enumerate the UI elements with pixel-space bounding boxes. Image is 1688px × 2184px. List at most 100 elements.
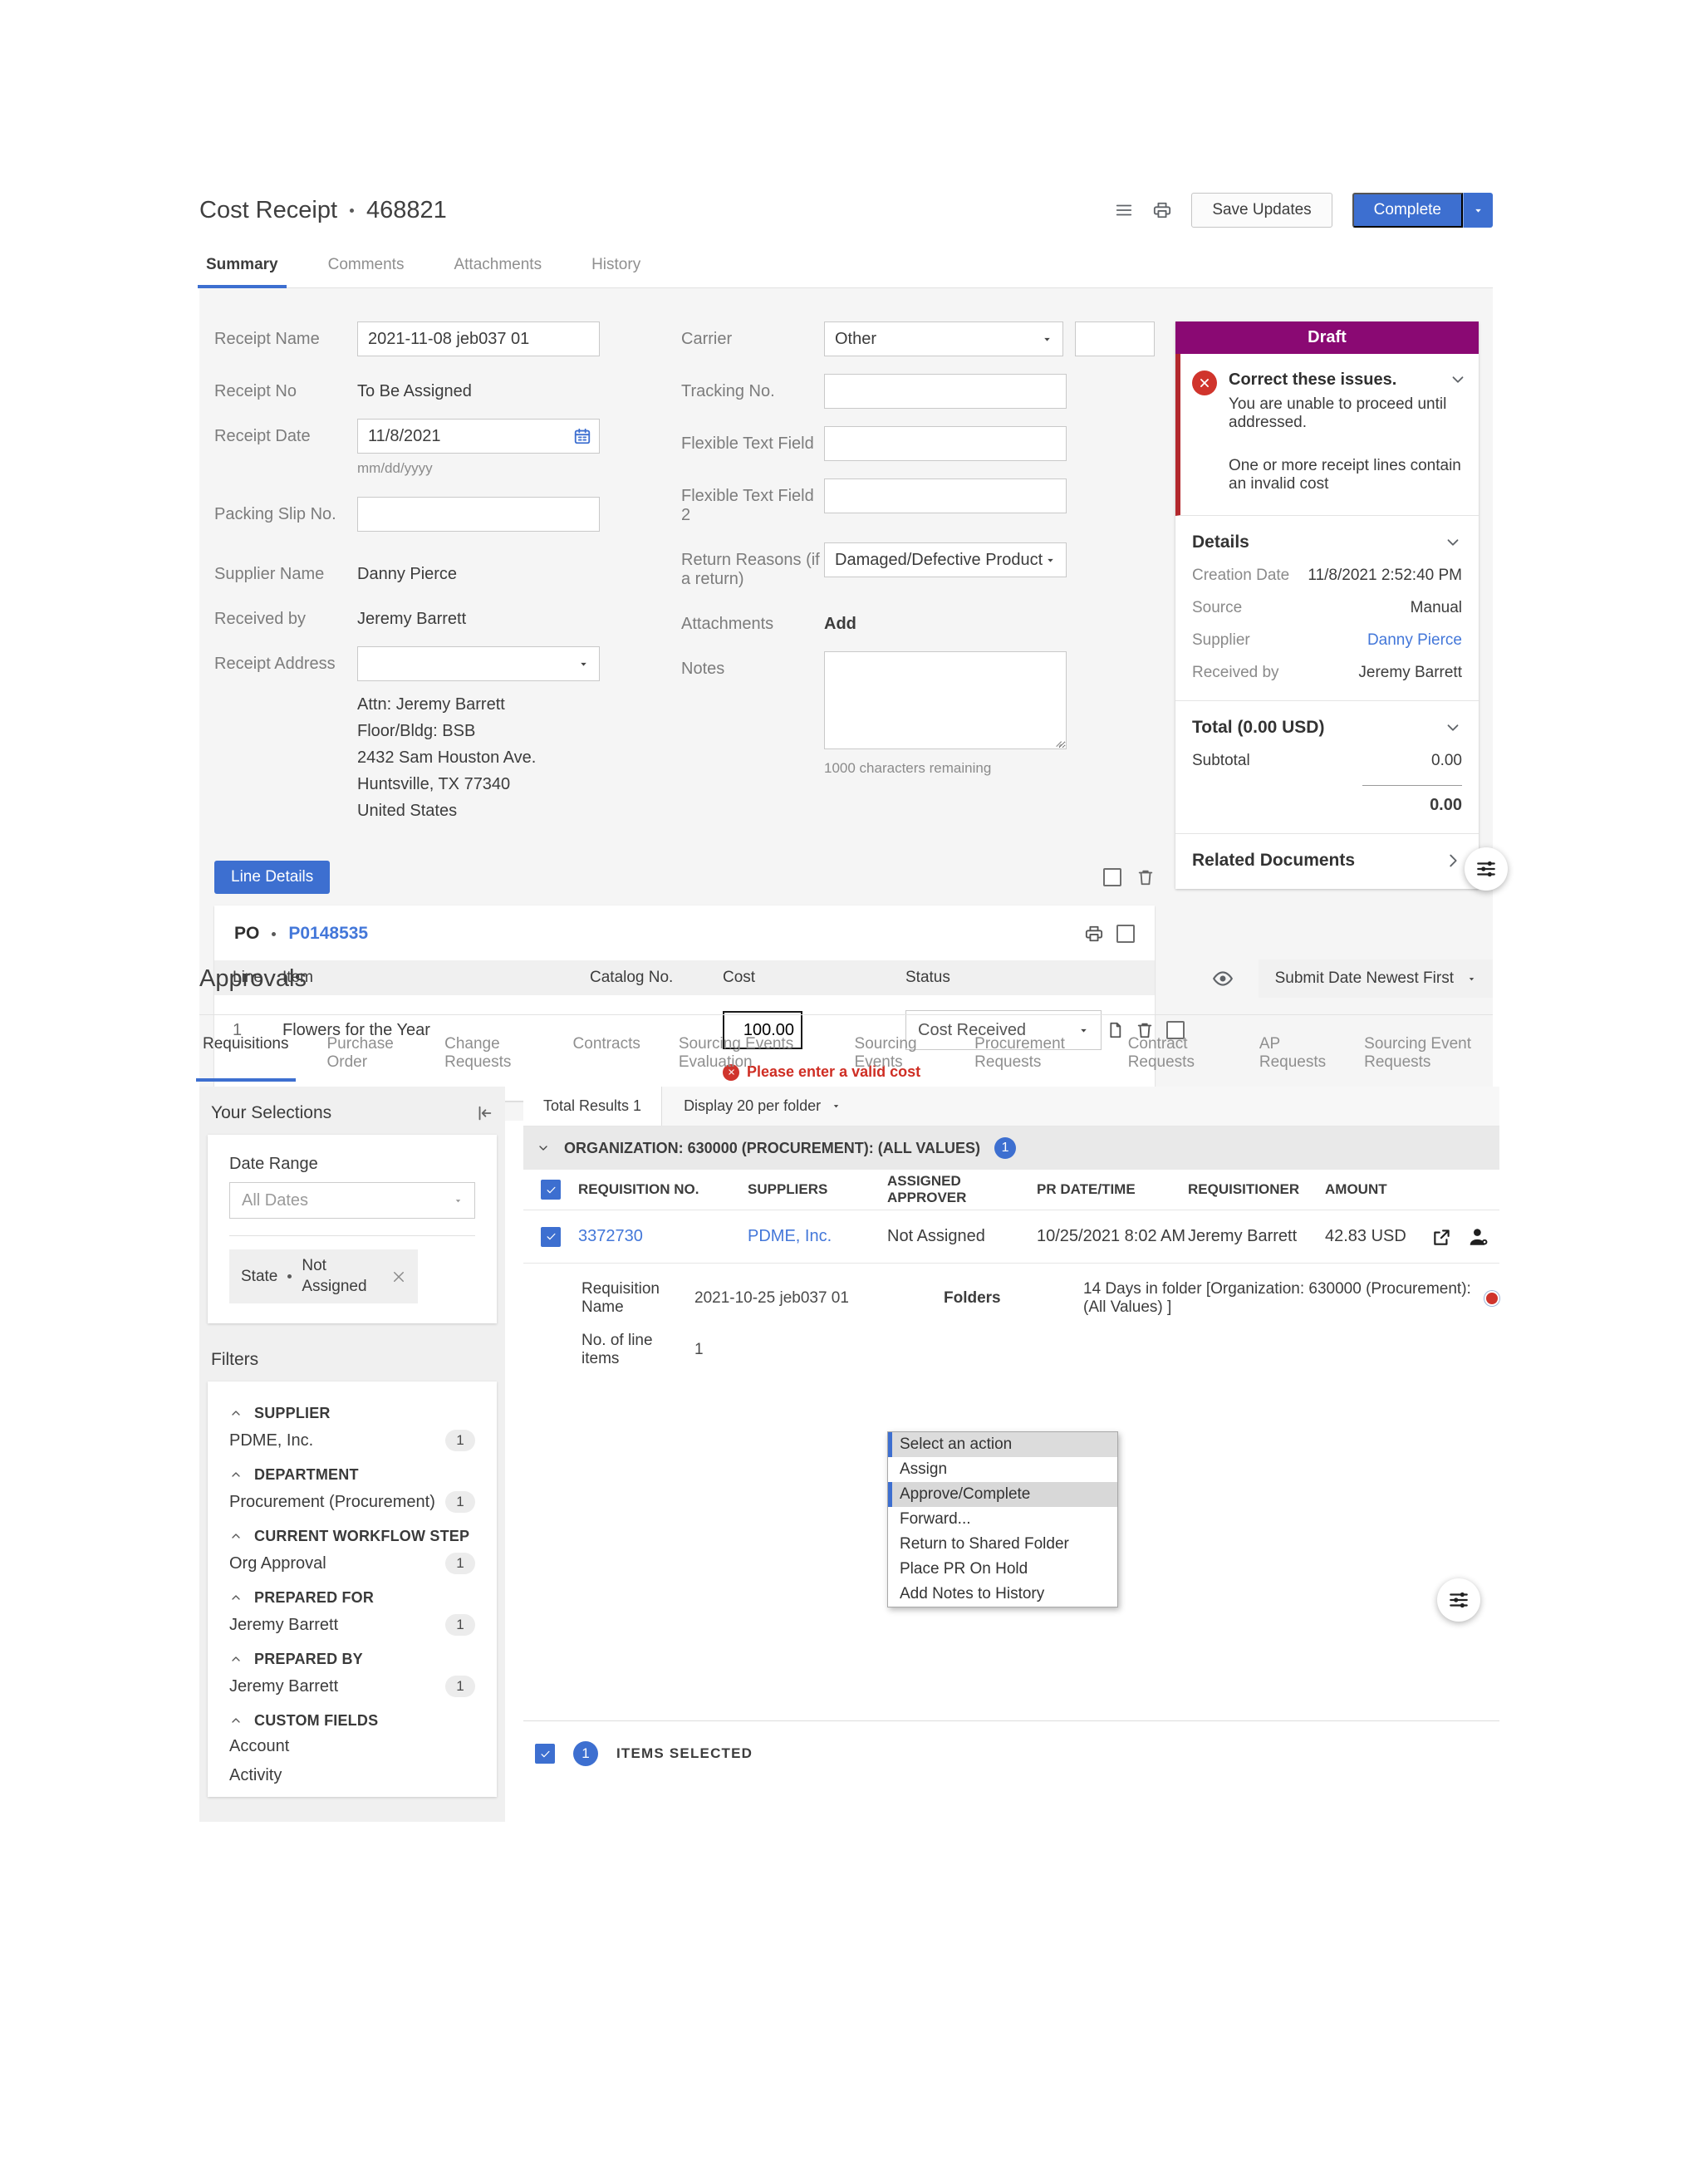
chevron-up-icon[interactable]	[229, 1406, 243, 1420]
address-line: United States	[357, 798, 681, 824]
complete-button[interactable]: Complete	[1352, 193, 1463, 228]
col-requisitioner: REQUISITIONER	[1188, 1181, 1325, 1198]
open-in-new-icon[interactable]	[1431, 1226, 1453, 1248]
detail-row: Creation Date 11/8/2021 2:52:40 PM	[1192, 552, 1462, 585]
sort-dropdown[interactable]: Submit Date Newest First	[1259, 959, 1493, 998]
receipt-no-label: Receipt No	[214, 374, 357, 401]
filter-item[interactable]: Activity	[229, 1761, 475, 1790]
receipt-date-input[interactable]	[357, 419, 600, 454]
page-title: Cost Receipt 468821	[199, 197, 447, 224]
resize-handle-icon[interactable]	[1050, 735, 1063, 748]
display-per-folder-dropdown[interactable]: Display 20 per folder	[662, 1087, 862, 1126]
tab-summary[interactable]: Summary	[204, 244, 280, 287]
date-range-select[interactable]: All Dates	[229, 1182, 475, 1219]
tracking-no-input[interactable]	[824, 374, 1067, 409]
chevron-up-icon[interactable]	[229, 1652, 243, 1666]
filter-group-name: CURRENT WORKFLOW STEP	[254, 1528, 469, 1545]
menu-item-approve-complete[interactable]: Approve/Complete	[888, 1482, 1117, 1507]
filter-item[interactable]: PDME, Inc.1	[229, 1425, 475, 1461]
tab-comments[interactable]: Comments	[326, 244, 406, 287]
assign-user-icon[interactable]	[1468, 1226, 1489, 1248]
col-pr-datetime: PR DATE/TIME	[1037, 1181, 1188, 1198]
tracking-no-label: Tracking No.	[681, 374, 824, 409]
flexible-text-field-2-input[interactable]	[824, 479, 1067, 513]
remove-chip-icon[interactable]	[391, 1269, 406, 1284]
supplier-link[interactable]: Danny Pierce	[1367, 631, 1462, 650]
related-documents-section[interactable]: Related Documents	[1175, 834, 1479, 889]
sliders-icon	[1475, 858, 1497, 880]
tab-attachments[interactable]: Attachments	[452, 244, 543, 287]
filter-item[interactable]: Account	[229, 1732, 475, 1761]
supplier-link[interactable]: PDME, Inc.	[748, 1227, 887, 1246]
hamburger-menu-icon[interactable]	[1115, 201, 1133, 219]
tab-change-requests[interactable]: Change Requests	[443, 1023, 536, 1087]
receipt-name-input[interactable]	[357, 321, 600, 356]
tab-requisitions[interactable]: Requisitions	[201, 1023, 291, 1087]
menu-item-add-notes-to-history[interactable]: Add Notes to History	[888, 1582, 1117, 1607]
return-reasons-select[interactable]: Damaged/Defective Product	[824, 542, 1067, 577]
flexible-text-field-input[interactable]	[824, 426, 1067, 461]
print-icon[interactable]	[1153, 201, 1171, 219]
chevron-up-icon[interactable]	[229, 1468, 243, 1481]
menu-item-place-pr-on-hold[interactable]: Place PR On Hold	[888, 1557, 1117, 1582]
calendar-icon[interactable]	[573, 427, 591, 445]
filter-settings-fab[interactable]	[1465, 847, 1508, 891]
col-requisition-no: REQUISITION NO.	[578, 1181, 748, 1198]
complete-dropdown-toggle[interactable]	[1463, 193, 1493, 228]
menu-item-forward[interactable]: Forward...	[888, 1507, 1117, 1532]
trash-icon[interactable]	[1136, 868, 1155, 886]
tab-sourcing-events[interactable]: Sourcing Events	[853, 1023, 939, 1087]
tab-sourcing-event-requests[interactable]: Sourcing Event Requests	[1362, 1023, 1493, 1087]
menu-item-select-an-action[interactable]: Select an action	[888, 1432, 1117, 1457]
filter-settings-fab[interactable]	[1437, 1578, 1480, 1622]
chevron-up-icon[interactable]	[229, 1591, 243, 1604]
total-results: Total Results 1	[523, 1087, 662, 1126]
organization-folder-row[interactable]: ORGANIZATION: 630000 (PROCUREMENT): (ALL…	[523, 1126, 1499, 1170]
check-icon	[539, 1748, 552, 1760]
requisition-no-link[interactable]: 3372730	[578, 1227, 748, 1246]
action-menu: Select an action Assign Approve/Complete…	[887, 1431, 1118, 1607]
carrier-select[interactable]: Other	[824, 321, 1063, 356]
tab-ap-requests[interactable]: AP Requests	[1258, 1023, 1327, 1087]
eye-icon[interactable]	[1212, 968, 1234, 989]
filter-item[interactable]: Fund	[229, 1790, 475, 1797]
selected-items-checkbox[interactable]	[535, 1744, 555, 1764]
po-number-link[interactable]: P0148535	[288, 924, 368, 944]
menu-item-assign[interactable]: Assign	[888, 1457, 1117, 1482]
carrier-other-input[interactable]	[1075, 321, 1155, 356]
chevron-down-icon[interactable]	[1444, 719, 1462, 737]
filter-item[interactable]: Org Approval1	[229, 1548, 475, 1584]
line-details-button[interactable]: Line Details	[214, 861, 330, 894]
tab-sourcing-events-evaluation[interactable]: Sourcing Events Evaluation	[677, 1023, 818, 1087]
print-icon[interactable]	[1085, 925, 1103, 943]
add-attachment-link[interactable]: Add	[824, 606, 856, 634]
collapse-panel-icon[interactable]	[475, 1104, 493, 1122]
select-all-checkbox[interactable]	[541, 1180, 561, 1200]
address-line: Huntsville, TX 77340	[357, 771, 681, 798]
row-checkbox[interactable]	[541, 1227, 561, 1247]
receipt-address-select[interactable]	[357, 646, 600, 681]
chevron-up-icon[interactable]	[229, 1714, 243, 1727]
tab-purchase-order[interactable]: Purchase Order	[326, 1023, 409, 1087]
display-per-folder-label: Display 20 per folder	[684, 1097, 821, 1115]
select-all-lines-checkbox[interactable]	[1103, 868, 1121, 886]
po-select-checkbox[interactable]	[1116, 925, 1135, 943]
chevron-up-icon[interactable]	[229, 1529, 243, 1543]
supplier-name-link[interactable]: Danny Pierce	[357, 557, 457, 584]
chevron-down-icon[interactable]	[1444, 533, 1462, 552]
notes-textarea[interactable]	[824, 651, 1067, 749]
filter-item[interactable]: Jeremy Barrett1	[229, 1671, 475, 1707]
tab-procurement-requests[interactable]: Procurement Requests	[973, 1023, 1092, 1087]
packing-slip-input[interactable]	[357, 497, 600, 532]
approvals-sidebar: Your Selections Date Range All Dates Sta…	[199, 1087, 505, 1822]
tab-history[interactable]: History	[590, 244, 642, 287]
menu-item-return-to-shared-folder[interactable]: Return to Shared Folder	[888, 1532, 1117, 1557]
filter-item[interactable]: Procurement (Procurement)1	[229, 1486, 475, 1523]
packing-slip-label: Packing Slip No.	[214, 497, 357, 532]
state-filter-chip: State Not Assigned	[229, 1249, 418, 1303]
chevron-down-icon[interactable]	[1449, 371, 1467, 389]
tab-contracts[interactable]: Contracts	[572, 1023, 642, 1087]
filter-item[interactable]: Jeremy Barrett1	[229, 1609, 475, 1646]
save-updates-button[interactable]: Save Updates	[1191, 193, 1332, 228]
tab-contract-requests[interactable]: Contract Requests	[1126, 1023, 1223, 1087]
